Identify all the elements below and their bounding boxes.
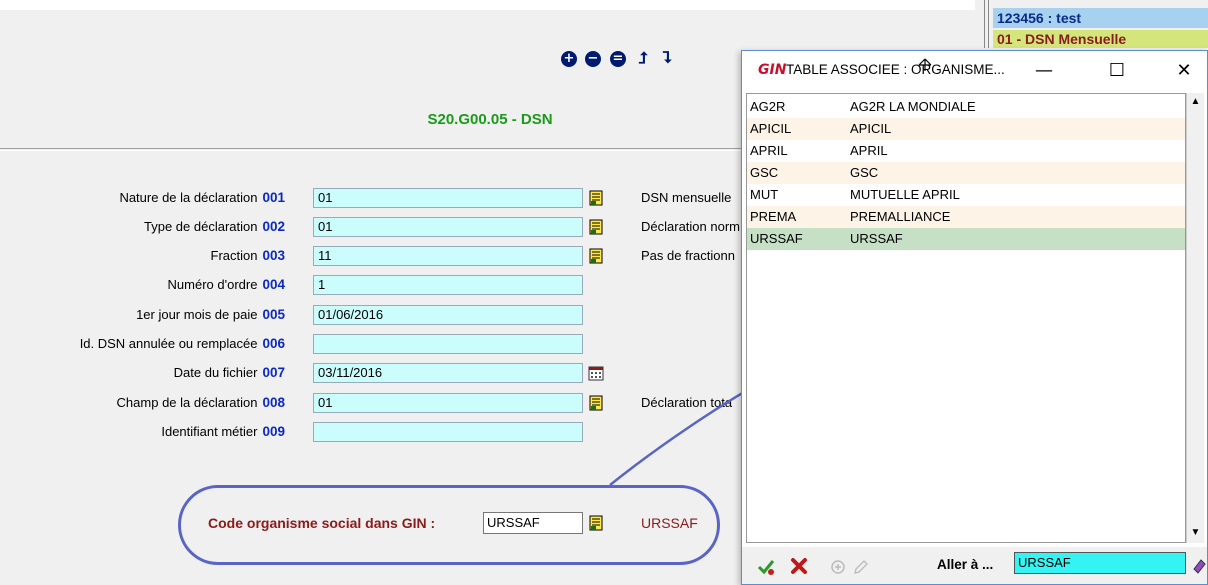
scroll-up-icon[interactable]: ▲ [1187, 93, 1204, 111]
field-code: 002 [262, 219, 285, 234]
field-label: Numéro d'ordre [167, 277, 258, 292]
goto-input[interactable]: URSSAF [1014, 552, 1186, 574]
list-item[interactable]: APRIL APRIL [747, 140, 1185, 162]
field-description: DSN mensuelle [641, 190, 732, 205]
code-organisme-description: URSSAF [641, 515, 698, 531]
field-label: 1er jour mois de paie [136, 307, 258, 322]
field-code: 001 [262, 190, 285, 205]
field-label: Fraction [210, 248, 258, 263]
field-label: Identifiant métier [161, 424, 258, 439]
delete-icon[interactable] [790, 557, 808, 575]
row-code: URSSAF [750, 231, 803, 246]
row-name: MUTUELLE APRIL [850, 187, 960, 202]
equal-circle-icon[interactable]: = [610, 51, 626, 67]
vertical-scrollbar[interactable]: ▲ ▼ [1186, 93, 1204, 543]
list-item[interactable]: PREMA PREMALLIANCE [747, 206, 1185, 228]
top-band [0, 0, 975, 10]
goto-label: Aller à ... [937, 557, 994, 572]
page-title: S20.G00.05 - DSN [427, 111, 553, 128]
maximize-button[interactable]: ☐ [1097, 57, 1137, 85]
arrow-up-icon[interactable]: ⮥ [635, 50, 651, 66]
nature-declaration-input[interactable]: 01 [313, 188, 583, 208]
field-code: 004 [262, 277, 285, 292]
organisme-list: AG2R AG2R LA MONDIALE APICIL APICIL APRIL A… [746, 93, 1186, 543]
minimize-button[interactable]: — [1024, 57, 1064, 85]
field-code: 009 [262, 424, 285, 439]
window-title: TABLE ASSOCIEE : ORGANISME... [786, 62, 1005, 77]
field-code: 005 [262, 307, 285, 322]
plus-circle-icon[interactable]: + [561, 51, 577, 67]
field-code: 007 [262, 365, 285, 380]
add-disabled-icon [831, 560, 845, 574]
field-label-row: Type de déclaration 002 [0, 217, 285, 237]
eraser-icon[interactable] [1192, 557, 1206, 575]
field-label: Date du fichier [173, 365, 258, 380]
row-code: APICIL [750, 121, 792, 136]
code-organisme-input[interactable]: URSSAF [483, 512, 583, 534]
row-code: MUT [750, 187, 779, 202]
panel-splitter[interactable] [984, 0, 989, 48]
row-code: GSC [750, 165, 779, 180]
fraction-input[interactable]: 11 [313, 246, 583, 266]
field-label-row: Fraction 003 [0, 246, 286, 266]
champ-declaration-input[interactable]: 01 [313, 393, 583, 413]
field-description: Déclaration norm [641, 219, 740, 234]
field-label-row: Nature de la déclaration 001 [0, 188, 285, 208]
list-item[interactable]: AG2R AG2R LA MONDIALE [747, 96, 1185, 118]
type-declaration-input[interactable]: 01 [313, 217, 583, 237]
field-code: 003 [262, 248, 285, 263]
premier-jour-paie-input[interactable]: 01/06/2016 [313, 305, 583, 325]
row-name: URSSAF [850, 231, 903, 246]
gin-app-icon: GIN [758, 62, 787, 78]
field-label: Type de déclaration [144, 219, 258, 234]
window-footer: Aller à ... URSSAF [742, 547, 1207, 584]
row-name: APRIL [850, 143, 888, 158]
edit-disabled-icon [854, 560, 868, 574]
scroll-down-icon[interactable]: ▼ [1187, 524, 1204, 542]
field-label: Id. DSN annulée ou remplacée [79, 336, 258, 351]
list-item-selected[interactable]: URSSAF URSSAF [747, 228, 1185, 250]
window-titlebar[interactable]: GIN TABLE ASSOCIEE : ORGANISME... — ☐ ✕ [742, 51, 1207, 91]
field-label: Champ de la déclaration [116, 395, 258, 410]
date-fichier-input[interactable]: 03/11/2016 [313, 363, 583, 383]
field-label-row: Date du fichier 007 [0, 363, 285, 383]
associated-table-window: GIN TABLE ASSOCIEE : ORGANISME... — ☐ ✕ … [741, 50, 1208, 585]
field-label-row: Numéro d'ordre 004 [0, 275, 285, 295]
row-code: APRIL [750, 143, 788, 158]
field-code: 006 [262, 336, 285, 351]
move-cursor-icon [918, 58, 932, 71]
field-label-row: 1er jour mois de paie 005 [0, 305, 285, 325]
field-code: 008 [262, 395, 285, 410]
id-dsn-annulee-input[interactable] [313, 334, 583, 354]
close-button[interactable]: ✕ [1164, 57, 1204, 85]
field-label-row: Identifiant métier 009 [0, 422, 285, 442]
row-code: PREMA [750, 209, 797, 224]
row-code: AG2R [750, 99, 786, 114]
select-validate-icon[interactable] [756, 557, 776, 577]
list-item[interactable]: MUT MUTUELLE APRIL [747, 184, 1185, 206]
row-name: AG2R LA MONDIALE [850, 99, 976, 114]
dossier-subtitle: 01 - DSN Mensuelle [993, 30, 1208, 48]
lookup-icon[interactable] [588, 190, 604, 206]
numero-ordre-input[interactable]: 1 [313, 275, 583, 295]
identifiant-metier-input[interactable] [313, 422, 583, 442]
minus-circle-icon[interactable]: − [585, 51, 601, 67]
code-organisme-label: Code organisme social dans GIN : [208, 515, 436, 531]
header-divider [0, 148, 760, 149]
list-item[interactable]: GSC GSC [747, 162, 1185, 184]
field-label-row: Champ de la déclaration 008 [0, 393, 285, 413]
list-item[interactable]: APICIL APICIL [747, 118, 1185, 140]
lookup-icon[interactable] [588, 219, 604, 235]
header-divider-highlight [0, 150, 760, 151]
field-label-row: Id. DSN annulée ou remplacée 006 [0, 334, 285, 354]
dossier-title: 123456 : test [993, 8, 1208, 28]
lookup-icon[interactable] [588, 515, 604, 531]
row-name: GSC [850, 165, 879, 180]
row-name: PREMALLIANCE [850, 209, 951, 224]
field-label: Nature de la déclaration [119, 190, 258, 205]
row-name: APICIL [850, 121, 892, 136]
arrow-right-icon[interactable]: ⮧ [659, 50, 675, 66]
